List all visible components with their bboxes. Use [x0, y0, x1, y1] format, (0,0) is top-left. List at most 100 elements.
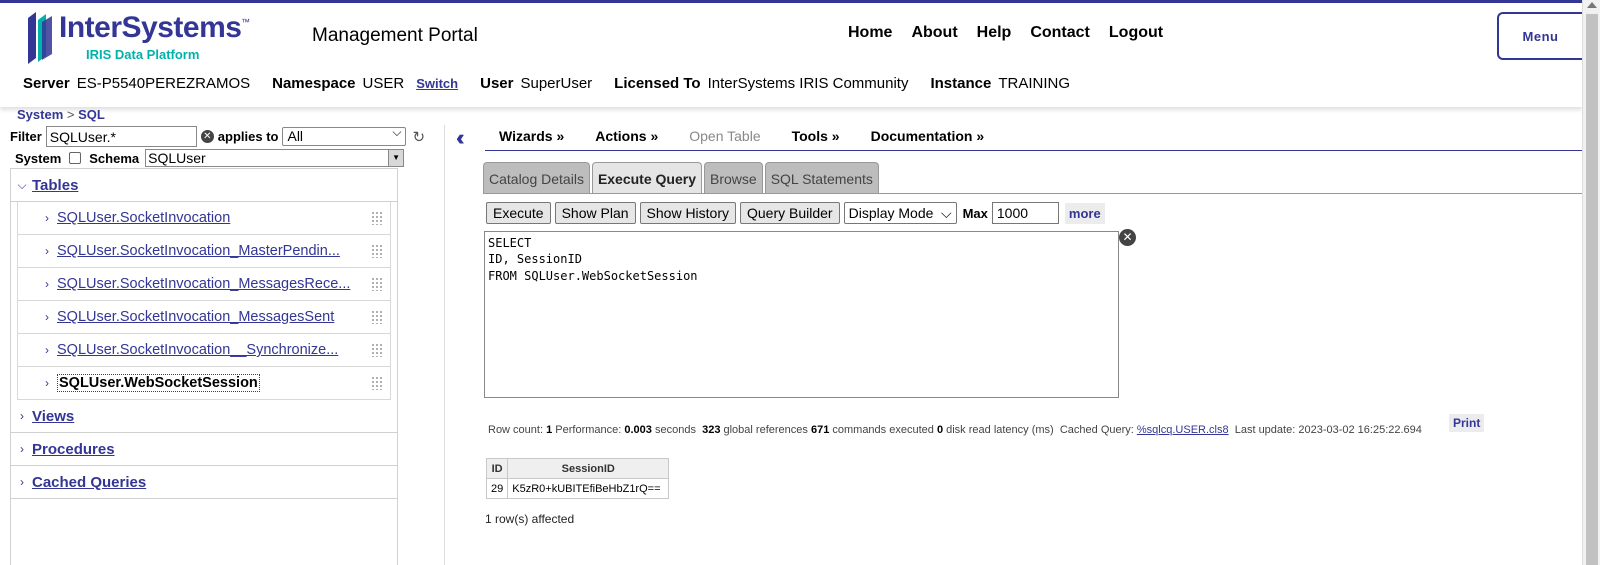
licensed-label: Licensed To — [614, 75, 701, 92]
cached-queries-label[interactable]: Cached Queries — [32, 474, 146, 491]
query-textarea[interactable]: SELECT ID, SessionID FROM SQLUser.WebSoc… — [484, 231, 1119, 398]
tools-menu[interactable]: Tools » — [792, 128, 840, 150]
drag-handle-icon[interactable] — [371, 310, 382, 324]
breadcrumb: System > SQL — [17, 107, 105, 122]
server-value: ES-P5540PEREZRAMOS — [76, 75, 251, 92]
documentation-menu[interactable]: Documentation » — [871, 128, 985, 150]
cell-sessionid: K5zR0+kUBITEfiBeHbZ1rQ== — [507, 478, 670, 499]
collapse-panel-icon[interactable]: ‹‹ — [456, 125, 464, 151]
table-name[interactable]: SQLUser.SocketInvocation_MessagesRece... — [57, 276, 350, 292]
schema-row: System Schema SQLUser ▼ — [15, 149, 405, 167]
actions-menu[interactable]: Actions » — [595, 128, 658, 150]
tab-browse[interactable]: Browse — [704, 162, 763, 194]
table-row: 29 K5zR0+kUBITEfiBeHbZ1rQ== — [485, 478, 670, 499]
table-name[interactable]: SQLUser.SocketInvocation — [57, 210, 230, 226]
disk-latency-value: 0 — [936, 424, 944, 436]
tab-execute-query[interactable]: Execute Query — [591, 162, 702, 194]
clear-filter-icon[interactable]: ✕ — [200, 130, 214, 143]
scrollbar-thumb[interactable] — [1586, 14, 1598, 565]
table-item[interactable]: › SQLUser.SocketInvocation_MessagesRece.… — [17, 268, 391, 301]
tab-sql-statements[interactable]: SQL Statements — [764, 162, 879, 194]
chevron-right-icon[interactable]: › — [12, 409, 32, 423]
table-name[interactable]: SQLUser.SocketInvocation__Synchronize... — [57, 342, 338, 358]
tab-catalog-details[interactable]: Catalog Details — [483, 162, 590, 194]
schema-value: SQLUser — [148, 150, 206, 166]
nav-help[interactable]: Help — [977, 24, 1012, 42]
logo-mark-icon — [28, 12, 52, 64]
menu-button[interactable]: Menu — [1497, 12, 1592, 60]
drag-handle-icon[interactable] — [371, 343, 382, 357]
nav-contact[interactable]: Contact — [1030, 24, 1090, 42]
table-item[interactable]: › SQLUser.SocketInvocation_MasterPendin.… — [17, 235, 391, 268]
table-name[interactable]: SQLUser.SocketInvocation_MasterPendin... — [57, 243, 340, 259]
instance-label: Instance — [930, 75, 992, 92]
logo-trademark: ™ — [241, 17, 250, 27]
switch-namespace-link[interactable]: Switch — [416, 76, 458, 91]
schema-dropdown-icon[interactable]: ▼ — [388, 150, 404, 166]
scroll-up-icon[interactable] — [1587, 2, 1597, 8]
chevron-right-icon[interactable]: › — [37, 277, 57, 291]
chevron-right-icon[interactable]: › — [37, 343, 57, 357]
open-table-link: Open Table — [689, 128, 761, 144]
chevron-right-icon[interactable]: › — [12, 475, 32, 489]
header: InterSystems ™ IRIS Data Platform Manage… — [0, 3, 1592, 107]
schema-combobox[interactable]: SQLUser ▼ — [145, 149, 405, 167]
cached-query-label: Cached Query: — [1059, 424, 1134, 436]
server-label: Server — [23, 75, 70, 92]
filter-input[interactable] — [45, 126, 197, 147]
breadcrumb-system[interactable]: System — [17, 107, 63, 122]
chevron-right-icon[interactable]: › — [37, 310, 57, 324]
table-item[interactable]: › SQLUser.SocketInvocation — [17, 202, 391, 235]
tree-cached-queries[interactable]: › Cached Queries — [11, 466, 397, 499]
last-update-label: Last update: — [1234, 424, 1296, 436]
cached-query-link[interactable]: %sqlcq.USER.cls8 — [1137, 424, 1229, 436]
query-builder-button[interactable]: Query Builder — [740, 202, 840, 224]
query-stats: Row count: 1 Performance: 0.003 seconds … — [488, 424, 1422, 436]
drag-handle-icon[interactable] — [371, 376, 382, 390]
chevron-right-icon[interactable]: › — [37, 244, 57, 258]
views-label[interactable]: Views — [32, 408, 74, 425]
tree-tables[interactable]: ⌵ Tables — [11, 169, 397, 202]
refresh-icon[interactable]: ↻ — [412, 128, 425, 146]
tree-procedures[interactable]: › Procedures — [11, 433, 397, 466]
user-label: User — [480, 75, 514, 92]
row-count-label: Row count: — [488, 424, 544, 436]
rows-affected: 1 row(s) affected — [485, 512, 575, 526]
system-label: System — [15, 150, 62, 166]
show-history-button[interactable]: Show History — [639, 202, 736, 224]
nav-home[interactable]: Home — [848, 24, 892, 42]
table-item[interactable]: › SQLUser.SocketInvocation_MessagesSent — [17, 301, 391, 334]
show-plan-button[interactable]: Show Plan — [554, 202, 636, 224]
table-name-selected[interactable]: SQLUser.WebSocketSession — [57, 374, 260, 392]
applies-to-select[interactable]: All — [282, 125, 407, 146]
tree-views[interactable]: › Views — [11, 400, 397, 433]
print-button[interactable]: Print — [1449, 414, 1485, 432]
display-mode-select[interactable]: Display Mode ⌵ — [843, 202, 957, 224]
nav-about[interactable]: About — [911, 24, 957, 42]
more-link[interactable]: more — [1064, 202, 1105, 224]
nav-logout[interactable]: Logout — [1109, 24, 1163, 42]
top-nav: Home About Help Contact Logout — [848, 24, 1163, 42]
seconds-label: seconds — [654, 424, 696, 436]
system-checkbox[interactable] — [69, 152, 82, 164]
chevron-right-icon[interactable]: › — [37, 211, 57, 225]
page-scrollbar[interactable] — [1582, 0, 1600, 565]
clear-query-icon[interactable]: ✕ — [1119, 229, 1136, 246]
table-item-selected[interactable]: › SQLUser.WebSocketSession — [17, 367, 391, 400]
tables-label[interactable]: Tables — [32, 177, 78, 194]
table-name[interactable]: SQLUser.SocketInvocation_MessagesSent — [57, 309, 334, 325]
chevron-right-icon[interactable]: › — [37, 376, 57, 390]
procedures-label[interactable]: Procedures — [32, 441, 115, 458]
drag-handle-icon[interactable] — [371, 211, 382, 225]
drag-handle-icon[interactable] — [371, 244, 382, 258]
chevron-right-icon[interactable]: › — [12, 442, 32, 456]
breadcrumb-sql[interactable]: SQL — [78, 107, 105, 122]
display-mode-value: Display Mode — [848, 205, 934, 221]
chevron-down-icon[interactable]: ⌵ — [12, 178, 32, 193]
wizards-menu[interactable]: Wizards » — [499, 128, 564, 150]
drag-handle-icon[interactable] — [371, 277, 382, 291]
execute-button[interactable]: Execute — [486, 202, 551, 224]
table-item[interactable]: › SQLUser.SocketInvocation__Synchronize.… — [17, 334, 391, 367]
intersystems-logo[interactable]: InterSystems ™ IRIS Data Platform — [28, 9, 258, 65]
max-rows-input[interactable]: 1000 — [991, 202, 1059, 224]
